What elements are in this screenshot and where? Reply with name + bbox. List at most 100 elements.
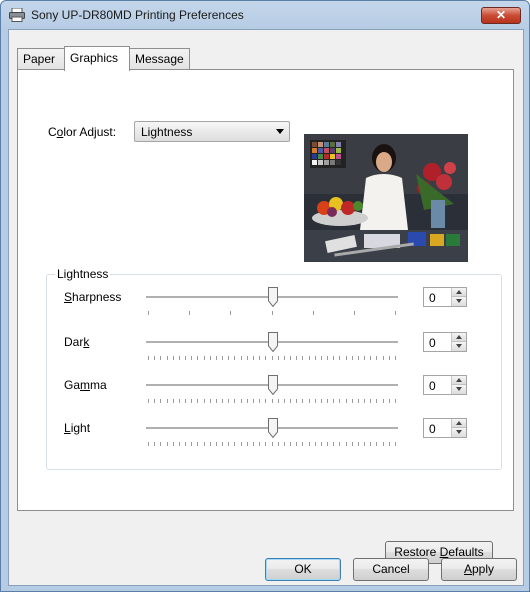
cancel-button[interactable]: Cancel bbox=[353, 558, 429, 581]
slider-tick bbox=[179, 399, 180, 403]
slider-tick bbox=[210, 442, 211, 446]
slider-tick bbox=[389, 356, 390, 360]
slider-tick bbox=[265, 356, 266, 360]
slider-tick bbox=[241, 442, 242, 446]
slider-tick bbox=[296, 356, 297, 360]
dark-spinner[interactable]: 0 bbox=[423, 332, 467, 352]
light-ticks bbox=[148, 442, 396, 446]
spin-down-icon[interactable] bbox=[452, 385, 466, 394]
slider-tick bbox=[364, 399, 365, 403]
slider-tick bbox=[234, 442, 235, 446]
slider-tick bbox=[204, 399, 205, 403]
sharpness-label: Sharpness bbox=[64, 290, 122, 304]
slider-tick bbox=[278, 356, 279, 360]
slider-tick bbox=[160, 399, 161, 403]
slider-tick bbox=[313, 311, 314, 315]
slider-tick bbox=[395, 311, 396, 315]
color-checker bbox=[310, 140, 346, 168]
slider-tick bbox=[284, 399, 285, 403]
slider-tick bbox=[197, 356, 198, 360]
slider-tick bbox=[160, 442, 161, 446]
slider-tick bbox=[234, 356, 235, 360]
spin-up-icon[interactable] bbox=[452, 376, 466, 385]
spin-down-icon[interactable] bbox=[452, 428, 466, 437]
slider-tick bbox=[354, 311, 355, 315]
slider-tick bbox=[327, 442, 328, 446]
slider-tick bbox=[148, 311, 149, 315]
graphics-panel: Color Adjust: Lightness Lightness Sharpn… bbox=[17, 69, 514, 564]
spin-up-icon[interactable] bbox=[452, 288, 466, 297]
spin-up-icon[interactable] bbox=[452, 333, 466, 342]
slider-tick bbox=[383, 442, 384, 446]
slider-tick bbox=[383, 356, 384, 360]
slider-tick bbox=[197, 399, 198, 403]
light-label: Light bbox=[64, 421, 91, 435]
tab-paper[interactable]: Paper bbox=[17, 48, 65, 69]
slider-tick bbox=[376, 399, 377, 403]
slider-tick bbox=[389, 399, 390, 403]
color-adjust-select[interactable]: Lightness bbox=[134, 121, 290, 142]
apply-button[interactable]: Apply bbox=[441, 558, 517, 581]
slider-tick bbox=[315, 442, 316, 446]
sharpness-ticks bbox=[148, 311, 396, 315]
slider-tick bbox=[272, 311, 273, 315]
slider-tick bbox=[228, 356, 229, 360]
slider-tick bbox=[346, 399, 347, 403]
slider-tick bbox=[278, 399, 279, 403]
spin-down-icon[interactable] bbox=[452, 342, 466, 351]
sharpness-spinner[interactable]: 0 bbox=[423, 287, 467, 307]
slider-tick bbox=[383, 399, 384, 403]
slider-tick bbox=[339, 399, 340, 403]
tab-message-label: Message bbox=[135, 52, 184, 66]
slider-tick bbox=[327, 399, 328, 403]
slider-tick bbox=[259, 442, 260, 446]
slider-tick bbox=[272, 442, 273, 446]
slider-tick bbox=[228, 399, 229, 403]
slider-tick bbox=[148, 399, 149, 403]
slider-tick bbox=[352, 399, 353, 403]
slider-tick bbox=[167, 399, 168, 403]
tab-message[interactable]: Message bbox=[129, 48, 190, 69]
slider-tick bbox=[302, 356, 303, 360]
dark-slider-thumb[interactable] bbox=[268, 332, 278, 352]
gamma-slider-thumb[interactable] bbox=[268, 375, 278, 395]
light-spinner[interactable]: 0 bbox=[423, 418, 467, 438]
preview-image bbox=[304, 134, 468, 262]
group-title: Lightness bbox=[55, 267, 111, 281]
slider-tick bbox=[216, 442, 217, 446]
slider-tick bbox=[265, 399, 266, 403]
close-icon: ✕ bbox=[495, 8, 507, 22]
slider-tick bbox=[352, 356, 353, 360]
slider-tick bbox=[253, 442, 254, 446]
slider-tick bbox=[247, 356, 248, 360]
slider-tick bbox=[241, 399, 242, 403]
slider-tick bbox=[370, 399, 371, 403]
sharpness-slider-thumb[interactable] bbox=[268, 287, 278, 307]
slider-tick bbox=[309, 399, 310, 403]
tab-graphics[interactable]: Graphics bbox=[64, 46, 130, 71]
slider-tick bbox=[148, 442, 149, 446]
light-slider-thumb[interactable] bbox=[268, 418, 278, 438]
slider-tick bbox=[191, 442, 192, 446]
close-button[interactable]: ✕ bbox=[481, 7, 521, 24]
slider-tick bbox=[370, 442, 371, 446]
gamma-spinner[interactable]: 0 bbox=[423, 375, 467, 395]
spin-up-icon[interactable] bbox=[452, 419, 466, 428]
slider-tick bbox=[204, 442, 205, 446]
window-title: Sony UP-DR80MD Printing Preferences bbox=[31, 8, 244, 22]
slider-tick bbox=[395, 399, 396, 403]
slider-tick bbox=[309, 356, 310, 360]
slider-tick bbox=[154, 442, 155, 446]
slider-tick bbox=[284, 442, 285, 446]
slider-tick bbox=[173, 356, 174, 360]
slider-tick bbox=[272, 356, 273, 360]
slider-tick bbox=[210, 356, 211, 360]
spin-down-icon[interactable] bbox=[452, 297, 466, 306]
ok-button[interactable]: OK bbox=[265, 558, 341, 581]
printer-icon bbox=[9, 8, 25, 22]
slider-tick bbox=[290, 399, 291, 403]
title-bar[interactable]: Sony UP-DR80MD Printing Preferences ✕ bbox=[1, 1, 529, 29]
slider-tick bbox=[197, 442, 198, 446]
slider-tick bbox=[309, 442, 310, 446]
tab-paper-label: Paper bbox=[23, 52, 56, 66]
